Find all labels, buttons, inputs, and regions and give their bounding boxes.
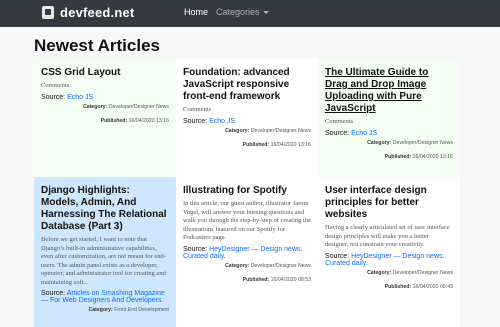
article-category: Category: Developer/Designer News	[325, 140, 453, 146]
published-label: Published:	[242, 276, 270, 283]
article-title[interactable]: CSS Grid Layout	[41, 67, 169, 79]
article-summary: Comments	[325, 118, 354, 125]
published-label: Published:	[384, 153, 412, 160]
article-category: Category: Front End Development	[41, 307, 169, 313]
article-category: Category: Developer/Designer News	[183, 263, 311, 269]
chevron-down-icon	[262, 11, 269, 14]
nav-categories-label: Categories	[216, 7, 260, 17]
source-label: Source:	[41, 93, 66, 101]
category-value: Developer/Designer News	[250, 262, 311, 269]
category-label: Category:	[88, 307, 113, 313]
source-label: Source:	[183, 245, 208, 253]
article-summary: Comments	[183, 106, 212, 113]
article-summary: Comments	[41, 82, 70, 89]
article-title-text[interactable]: Illustrating for Spotify	[183, 185, 287, 196]
article-title[interactable]: User interface design principles for bet…	[325, 185, 453, 221]
article-card: Illustrating for Spotify In this article…	[176, 177, 318, 327]
published-value: 16/04/2020 13:16	[128, 117, 169, 124]
article-title-text[interactable]: CSS Grid Layout	[41, 67, 120, 78]
category-label: Category:	[225, 262, 250, 269]
article-title-text[interactable]: Django Highlights: Models, Admin, And Ha…	[41, 185, 167, 232]
article-title-link[interactable]: The Ultimate Guide to Drag and Drop Imag…	[325, 67, 428, 114]
article-category: Category: Developer/Designer News	[41, 104, 169, 110]
brand[interactable]: devfeed.net	[42, 5, 134, 20]
article-summary: In this article, our guest author, illus…	[183, 200, 311, 241]
category-value: Front End Development	[114, 307, 169, 313]
category-label: Category:	[367, 269, 392, 276]
published-value: 16/04/2020 08:53	[270, 276, 311, 283]
article-published: Published: 16/04/2020 13:16	[325, 154, 453, 160]
article-title[interactable]: Illustrating for Spotify	[183, 185, 311, 197]
article-card: Django Highlights: Models, Admin, And Ha…	[34, 177, 176, 327]
article-published: Published: 16/04/2020 08:53	[183, 277, 311, 283]
article-title[interactable]: Django Highlights: Models, Admin, And Ha…	[41, 185, 169, 233]
article-summary: Having a clearly articulated set of user…	[325, 224, 450, 248]
page-content: Newest Articles CSS Grid Layout Comments…	[0, 27, 500, 327]
article-category: Category: Developer/Designer News	[325, 270, 453, 276]
article-source: Source: Echo JS	[41, 94, 169, 101]
article-published: Published: 16/04/2020 13:16	[183, 142, 311, 148]
source-label: Source:	[325, 129, 350, 137]
article-title[interactable]: Foundation: advanced JavaScript responsi…	[183, 67, 311, 103]
published-value: 16/04/2020 08:49	[412, 283, 453, 290]
source-label: Source:	[325, 252, 350, 260]
article-published: Published: 16/04/2020 08:49	[325, 284, 453, 290]
article-source: Source: Echo JS	[183, 118, 311, 125]
source-link[interactable]: Echo JS	[209, 118, 235, 125]
article-published: Published: 16/04/2020 13:16	[41, 118, 169, 124]
published-label: Published:	[242, 141, 270, 148]
article-source: Source: Echo JS	[325, 130, 453, 137]
articles-grid: CSS Grid Layout Comments Source: Echo JS…	[34, 59, 466, 327]
category-value: Developer/Designer News	[392, 269, 453, 276]
top-navbar: devfeed.net Home Categories	[0, 0, 500, 27]
article-card: The Ultimate Guide to Drag and Drop Imag…	[318, 59, 460, 177]
main-nav: Home Categories	[184, 7, 269, 17]
source-label: Source:	[183, 117, 208, 125]
category-label: Category:	[83, 103, 108, 110]
article-card: User interface design principles for bet…	[318, 177, 460, 327]
published-value: 16/04/2020 13:16	[412, 153, 453, 160]
published-label: Published:	[384, 283, 412, 290]
category-value: Developer/Designer News	[250, 127, 311, 134]
article-source: Source: HeyDesigner — Design news. Curat…	[325, 253, 453, 267]
nav-home[interactable]: Home	[184, 7, 208, 17]
article-source: Source: Articles on Smashing Magazine — …	[41, 290, 169, 304]
source-link[interactable]: Echo JS	[67, 94, 93, 101]
category-label: Category:	[225, 127, 250, 134]
category-value: Developer/Designer News	[392, 139, 453, 146]
article-card: CSS Grid Layout Comments Source: Echo JS…	[34, 59, 176, 177]
article-summary: Before we get started, I want to note th…	[41, 236, 166, 286]
article-title-text[interactable]: User interface design principles for bet…	[325, 185, 427, 220]
logo-icon	[42, 6, 54, 19]
category-label: Category:	[367, 139, 392, 146]
source-label: Source:	[41, 290, 66, 297]
article-title[interactable]: The Ultimate Guide to Drag and Drop Imag…	[325, 67, 453, 115]
source-link[interactable]: Echo JS	[351, 130, 377, 137]
article-card: Foundation: advanced JavaScript responsi…	[176, 59, 318, 177]
published-value: 16/04/2020 13:16	[270, 141, 311, 148]
page-title: Newest Articles	[34, 36, 160, 55]
nav-categories[interactable]: Categories	[216, 7, 269, 17]
category-value: Developer/Designer News	[108, 103, 169, 110]
published-label: Published:	[100, 117, 128, 124]
article-title-text[interactable]: Foundation: advanced JavaScript responsi…	[183, 67, 290, 102]
article-category: Category: Developer/Designer News	[183, 128, 311, 134]
brand-name[interactable]: devfeed.net	[60, 5, 134, 20]
article-source: Source: HeyDesigner — Design news. Curat…	[183, 246, 311, 260]
